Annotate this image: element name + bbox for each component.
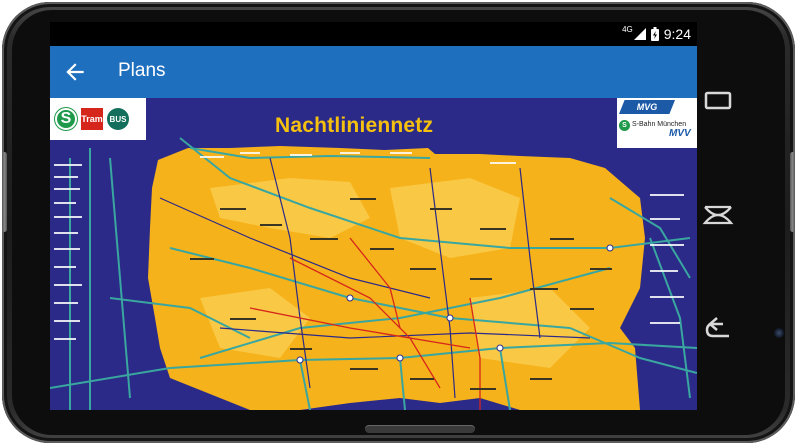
mvv-logo: MVV: [669, 128, 691, 139]
back-icon: [705, 317, 729, 338]
page-title: Plans: [118, 60, 166, 81]
bottom-grip: [365, 425, 475, 433]
map-title: Nachtliniennetz: [275, 114, 434, 137]
bus-logo: BUS: [107, 108, 129, 130]
recents-button[interactable]: [697, 72, 753, 128]
volume-button: [2, 152, 7, 232]
mvg-logo: MVG: [619, 100, 675, 114]
battery-icon: [650, 27, 659, 41]
arrow-back-icon: [66, 63, 84, 81]
camera-lens: [774, 328, 784, 338]
back-button[interactable]: [62, 59, 88, 85]
home-button[interactable]: [697, 187, 753, 243]
operator-logos: MVG S S-Bahn München MVV: [617, 98, 697, 148]
screen: 4G 9:24 Plans S Tram BUS Nachtliniennetz…: [50, 22, 697, 410]
map-graphic: [50, 137, 697, 410]
app-bar: Plans: [50, 46, 697, 98]
tram-logo: Tram: [81, 108, 103, 130]
transport-legend: S Tram BUS: [50, 98, 146, 140]
sbahn-logo: S: [55, 108, 77, 130]
system-back-button[interactable]: [697, 302, 753, 358]
power-button: [790, 152, 795, 232]
network-type: 4G: [622, 24, 633, 34]
sbahn-small-logo: S: [619, 120, 630, 131]
sbahn-muenchen-label: S-Bahn München: [632, 121, 687, 128]
signal-icon: [633, 28, 646, 40]
navigation-bar: [697, 22, 753, 410]
recents-icon: [704, 91, 732, 110]
night-network-map[interactable]: S Tram BUS Nachtliniennetz MVG S S-Bahn …: [50, 98, 697, 410]
home-icon: [702, 205, 734, 225]
clock: 9:24: [663, 26, 691, 42]
status-bar: 4G 9:24: [50, 22, 697, 46]
